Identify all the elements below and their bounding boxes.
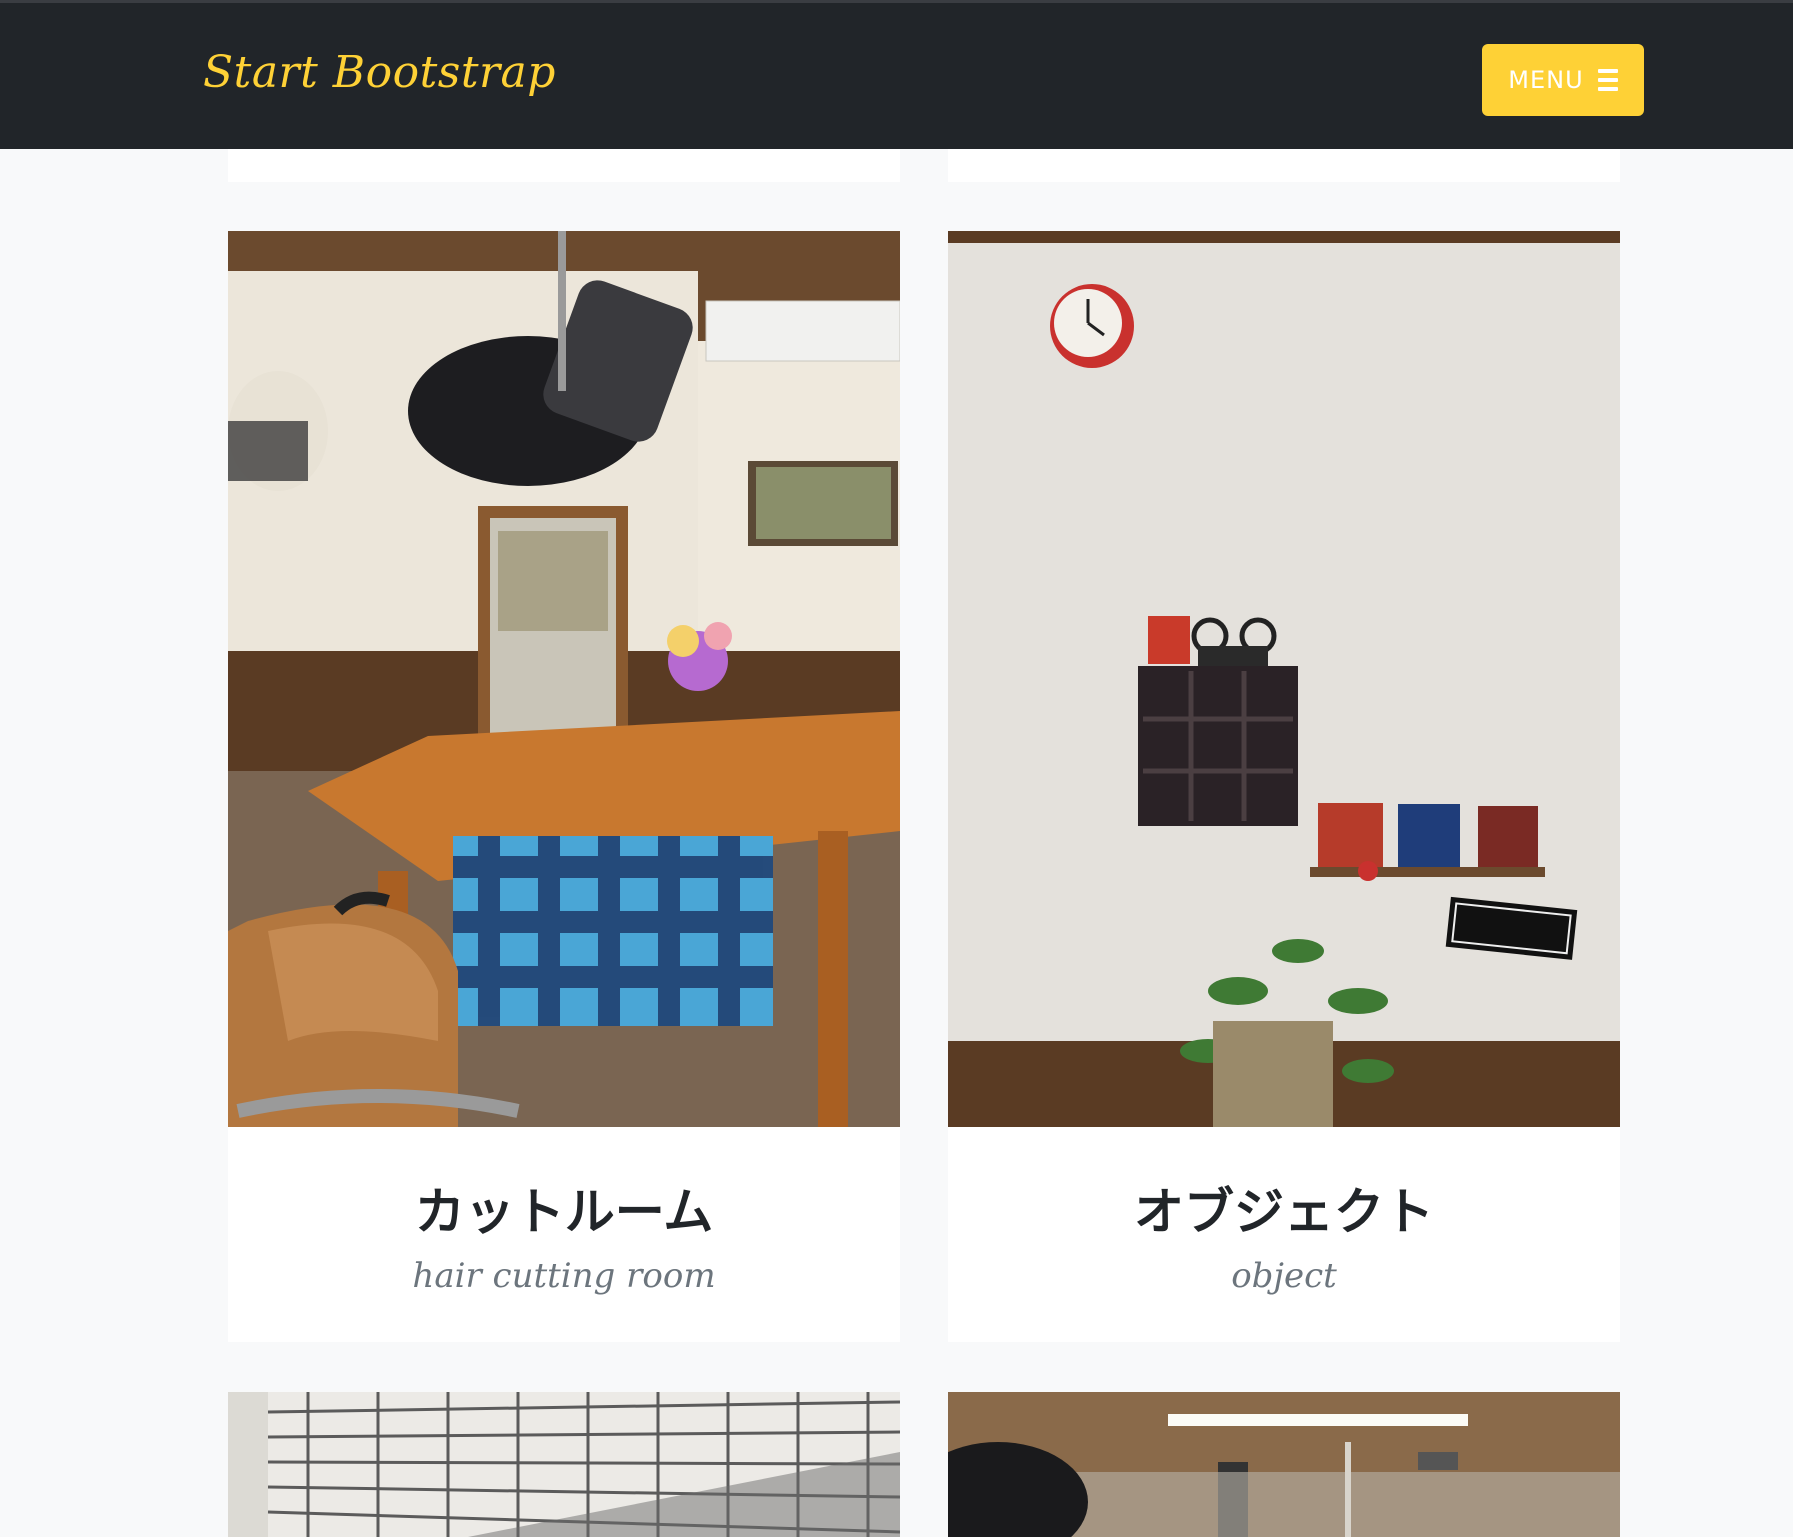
salon-ceiling-photo[interactable] xyxy=(948,1392,1620,1537)
portfolio-card-hair-cutting-room[interactable]: カットルーム hair cutting room xyxy=(228,231,900,1342)
portfolio-caption: オブジェクト object xyxy=(948,1172,1620,1296)
navbar: Start Bootstrap MENU xyxy=(0,0,1793,149)
portfolio-card-object[interactable]: オブジェクト object xyxy=(948,231,1620,1342)
menu-button[interactable]: MENU xyxy=(1482,44,1644,116)
portfolio-subtitle: hair cutting room xyxy=(412,1256,716,1296)
menu-label: MENU xyxy=(1508,66,1584,94)
portfolio-title: カットルーム xyxy=(414,1183,714,1241)
bars-icon xyxy=(1597,69,1618,91)
portfolio-subtitle: object xyxy=(1231,1256,1337,1296)
salon-chair-mirror-photo[interactable] xyxy=(228,231,900,1127)
portfolio-caption: カットルーム hair cutting room xyxy=(228,1172,900,1296)
portfolio-card-building[interactable] xyxy=(228,1392,900,1537)
wall-clock-shelf-photo[interactable] xyxy=(948,231,1620,1127)
portfolio-title: オブジェクト xyxy=(1134,1183,1434,1241)
building-facade-photo[interactable] xyxy=(228,1392,900,1537)
portfolio-card-ceiling[interactable] xyxy=(948,1392,1620,1537)
brand-logo[interactable]: Start Bootstrap xyxy=(203,47,556,98)
